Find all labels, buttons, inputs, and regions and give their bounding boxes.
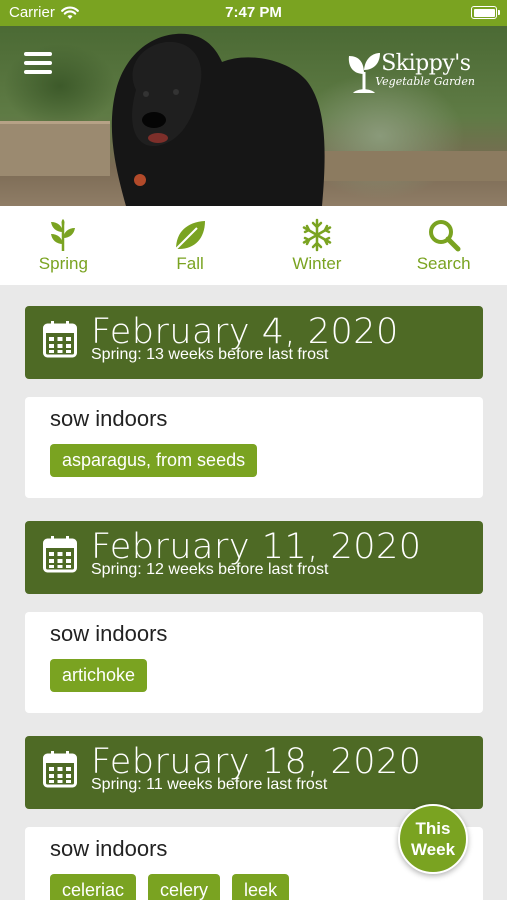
task-action: sow indoors xyxy=(50,406,168,431)
battery-full-icon xyxy=(471,6,500,19)
crop-chip-list: artichoke xyxy=(50,659,148,692)
week-subtitle: Spring: 11 weeks before last frost xyxy=(91,776,328,793)
tab-search-label: Search xyxy=(416,254,471,273)
this-week-button[interactable]: This Week xyxy=(398,804,468,874)
tab-winter[interactable]: Winter xyxy=(254,206,381,285)
tab-spring-label: Spring xyxy=(38,254,88,273)
search-icon xyxy=(428,220,461,252)
tab-fall-label: Fall xyxy=(176,254,204,273)
task-action: sow indoors xyxy=(50,836,168,861)
calendar-icon xyxy=(43,321,77,358)
status-time: 7:47 PM xyxy=(225,4,282,21)
tab-winter-label: Winter xyxy=(292,254,342,273)
hero-header: Skippy's Vegetable Garden xyxy=(0,26,507,206)
calendar-icon xyxy=(43,536,77,573)
garden-bed-right xyxy=(320,151,507,181)
task-action: sow indoors xyxy=(50,621,168,646)
this-week-line1: This xyxy=(415,819,451,838)
leaf-icon xyxy=(175,221,206,250)
dog-photo xyxy=(111,33,325,206)
logo-subtitle: Vegetable Garden xyxy=(375,75,475,88)
week-card: sow indoors asparagus, from seeds xyxy=(25,397,483,498)
this-week-line2: Week xyxy=(410,840,456,859)
crop-chip-list: celeriac celery leek xyxy=(50,874,290,900)
crop-chip[interactable]: celery xyxy=(148,874,221,900)
crop-chip[interactable]: asparagus, from seeds xyxy=(50,444,258,477)
week-card: sow indoors artichoke xyxy=(25,612,483,713)
tab-spring[interactable]: Spring xyxy=(0,206,127,285)
week-subtitle: Spring: 13 weeks before last frost xyxy=(91,346,329,363)
garden-bed-left xyxy=(0,121,110,176)
crop-chip[interactable]: artichoke xyxy=(50,659,148,692)
leaf-sprig-icon xyxy=(51,219,76,251)
season-tab-bar: Spring Fall Winter Search xyxy=(0,206,507,285)
snowflake-icon xyxy=(302,218,332,252)
crop-chip[interactable]: celeriac xyxy=(50,874,137,900)
week-subtitle: Spring: 12 weeks before last frost xyxy=(91,561,329,578)
crop-chip-list: asparagus, from seeds xyxy=(50,444,258,477)
app-logo: Skippy's Vegetable Garden xyxy=(347,52,475,94)
week-header[interactable]: February 18, 2020 Spring: 11 weeks befor… xyxy=(25,736,483,809)
hamburger-menu-icon[interactable] xyxy=(24,52,52,74)
tab-search[interactable]: Search xyxy=(380,206,507,285)
week-header[interactable]: February 11, 2020 Spring: 12 weeks befor… xyxy=(25,521,483,594)
status-bar: Carrier 7:47 PM xyxy=(0,0,507,26)
week-header[interactable]: February 4, 2020 Spring: 13 weeks before… xyxy=(25,306,483,379)
tab-fall[interactable]: Fall xyxy=(127,206,254,285)
calendar-icon xyxy=(43,751,77,788)
crop-chip[interactable]: leek xyxy=(232,874,290,900)
logo-title: Skippy's xyxy=(381,51,471,76)
